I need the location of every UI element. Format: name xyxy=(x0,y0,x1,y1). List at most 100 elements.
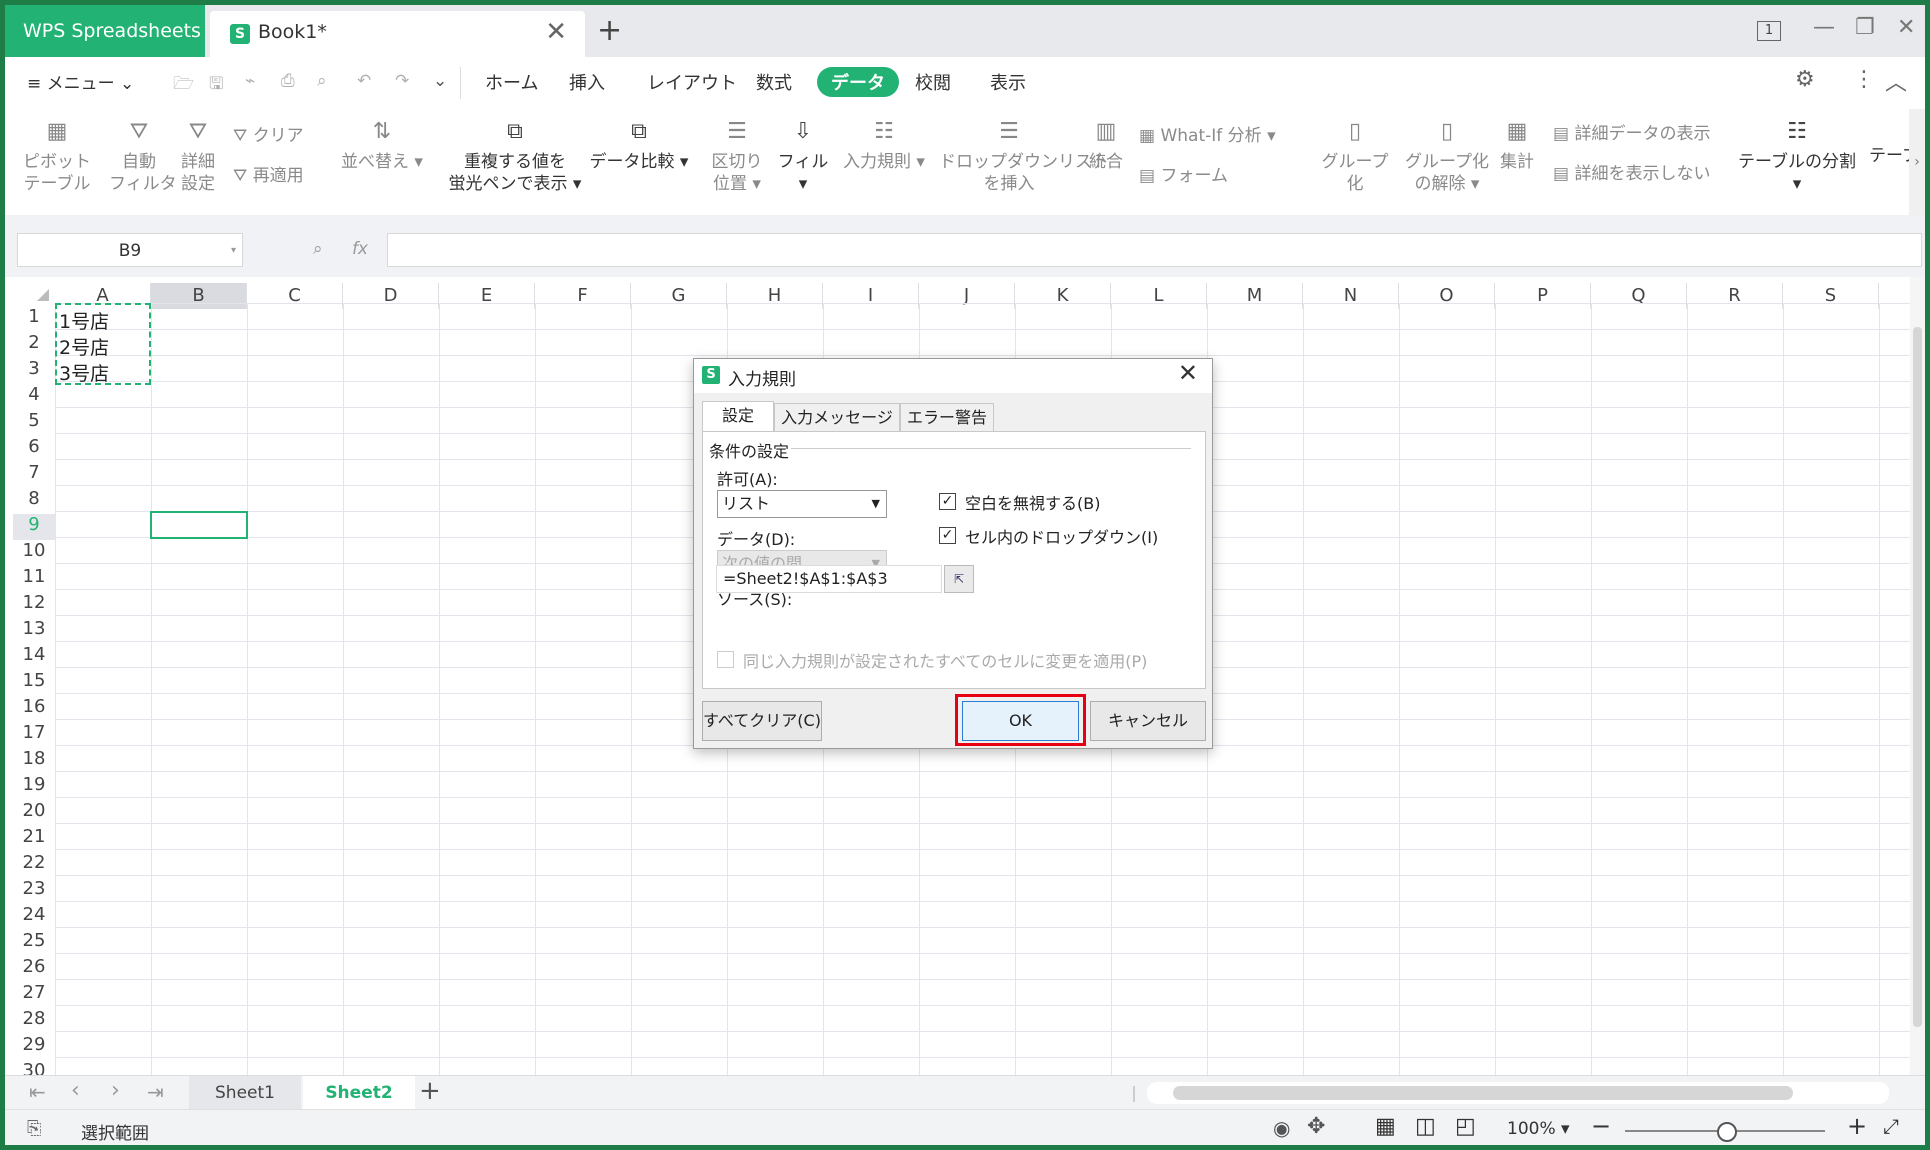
app-name-tab[interactable]: WPS Spreadsheets xyxy=(5,5,205,57)
vertical-scrollbar[interactable] xyxy=(1910,277,1925,1075)
more-options-icon[interactable]: ⋮ xyxy=(1853,67,1875,92)
cell-a3[interactable]: 3号店 xyxy=(59,359,109,386)
active-cell-b9[interactable] xyxy=(150,511,248,539)
ungroup-button[interactable]: ▯ グループ化 の解除 ▾ xyxy=(1405,119,1489,195)
row-header-8[interactable]: 8 xyxy=(13,488,55,514)
add-sheet-button[interactable]: + xyxy=(419,1076,441,1106)
row-header-1[interactable]: 1 xyxy=(13,306,55,332)
hscroll-splitter[interactable] xyxy=(1133,1086,1135,1102)
cell-a1[interactable]: 1号店 xyxy=(59,307,109,334)
horizontal-scrollbar[interactable] xyxy=(1147,1082,1889,1104)
tab-home[interactable]: ホーム xyxy=(485,69,538,95)
dialog-title-bar[interactable]: S 入力規則 ✕ xyxy=(694,359,1212,393)
advanced-filter-button[interactable]: ⛛ 詳細 設定 xyxy=(175,119,221,195)
zoom-formula-icon[interactable]: ⌕ xyxy=(313,239,323,259)
row-header-25[interactable]: 25 xyxy=(13,930,55,956)
row-header-5[interactable]: 5 xyxy=(13,410,55,436)
row-header-12[interactable]: 12 xyxy=(13,592,55,618)
row-header-17[interactable]: 17 xyxy=(13,722,55,748)
restore-icon[interactable]: ❐ xyxy=(1855,15,1875,40)
row-header-24[interactable]: 24 xyxy=(13,904,55,930)
column-header-p[interactable]: P xyxy=(1495,283,1591,309)
open-icon[interactable]: 🗁 xyxy=(173,71,194,100)
zoom-level[interactable]: 100% ▾ xyxy=(1507,1119,1570,1139)
column-header-g[interactable]: G xyxy=(631,283,727,309)
print-preview-icon[interactable]: ⌕ xyxy=(317,71,327,91)
column-header-s[interactable]: S xyxy=(1783,283,1879,309)
column-header-b[interactable]: B xyxy=(151,283,247,309)
row-header-9[interactable]: 9 xyxy=(13,514,55,540)
sheet-tab-sheet1[interactable]: Sheet1 xyxy=(189,1076,301,1110)
group-button[interactable]: ▯ グループ化 xyxy=(1315,119,1395,195)
tab-settings[interactable]: 設定 xyxy=(702,401,774,431)
row-header-27[interactable]: 27 xyxy=(13,982,55,1008)
next-sheet-icon[interactable]: › xyxy=(111,1078,120,1103)
ignore-blank-checkbox[interactable]: ✓ xyxy=(939,493,956,510)
row-header-19[interactable]: 19 xyxy=(13,774,55,800)
row-header-10[interactable]: 10 xyxy=(13,540,55,566)
zoom-slider-handle[interactable] xyxy=(1717,1122,1737,1142)
text-to-columns-button[interactable]: ☰ 区切り 位置 ▾ xyxy=(709,119,765,195)
column-header-e[interactable]: E xyxy=(439,283,535,309)
close-tab-icon[interactable]: ✕ xyxy=(545,17,567,47)
sheet-tab-sheet2[interactable]: Sheet2 xyxy=(303,1076,415,1110)
row-header-22[interactable]: 22 xyxy=(13,852,55,878)
cancel-button[interactable]: キャンセル xyxy=(1090,701,1206,741)
tab-layout[interactable]: レイアウト xyxy=(647,69,737,95)
reapply-filter-button[interactable]: ⛛ 再適用 xyxy=(233,161,304,186)
data-compare-button[interactable]: ⧉ データ比較 ▾ xyxy=(589,119,689,173)
document-tab[interactable]: S Book1* ✕ xyxy=(210,11,585,57)
range-select-icon[interactable]: ⇱ xyxy=(944,565,974,593)
new-tab-button[interactable]: + xyxy=(597,13,622,48)
clear-filter-button[interactable]: ⛛ クリア xyxy=(233,121,304,146)
customize-quick-access-icon[interactable]: ⌄ xyxy=(433,71,447,91)
source-input[interactable]: =Sheet2!$A$1:$A$3 xyxy=(716,565,942,593)
close-window-icon[interactable]: ✕ xyxy=(1897,15,1915,40)
column-header-i[interactable]: I xyxy=(823,283,919,309)
select-all-corner[interactable] xyxy=(37,289,49,301)
last-sheet-icon[interactable]: ⇥ xyxy=(147,1080,164,1104)
main-menu-button[interactable]: ≡ メニュー ⌄ xyxy=(27,69,134,94)
row-header-4[interactable]: 4 xyxy=(13,384,55,410)
in-cell-dropdown-checkbox[interactable]: ✓ xyxy=(939,527,956,544)
tab-formulas[interactable]: 数式 xyxy=(756,69,792,95)
column-header-f[interactable]: F xyxy=(535,283,631,309)
hide-detail-button[interactable]: ▤ 詳細を表示しない xyxy=(1553,159,1710,184)
row-header-13[interactable]: 13 xyxy=(13,618,55,644)
prev-sheet-icon[interactable]: ‹ xyxy=(71,1078,80,1103)
macro-record-icon[interactable]: ⎘ xyxy=(27,1118,41,1139)
what-if-analysis-button[interactable]: ▦ What-If 分析 ▾ xyxy=(1139,121,1276,146)
row-header-6[interactable]: 6 xyxy=(13,436,55,462)
row-header-29[interactable]: 29 xyxy=(13,1034,55,1060)
row-header-15[interactable]: 15 xyxy=(13,670,55,696)
highlight-duplicates-button[interactable]: ⧉ 重複する値を 蛍光ペンで表示 ▾ xyxy=(445,119,585,195)
data-validation-button[interactable]: ☷ 入力規則 ▾ xyxy=(839,119,929,173)
print-icon[interactable]: ⎙ xyxy=(281,71,295,91)
page-layout-view-icon[interactable]: ◫ xyxy=(1415,1114,1436,1139)
eye-protection-icon[interactable]: ◉ xyxy=(1273,1116,1290,1140)
subtotal-button[interactable]: ▦ 集計 xyxy=(1495,119,1539,173)
minimize-icon[interactable]: — xyxy=(1813,15,1835,40)
scrollbar-thumb[interactable] xyxy=(1913,327,1922,1027)
column-header-j[interactable]: J xyxy=(919,283,1015,309)
row-header-26[interactable]: 26 xyxy=(13,956,55,982)
page-break-view-icon[interactable]: ◰ xyxy=(1455,1114,1476,1139)
row-header-20[interactable]: 20 xyxy=(13,800,55,826)
row-header-28[interactable]: 28 xyxy=(13,1008,55,1034)
row-header-11[interactable]: 11 xyxy=(13,566,55,592)
name-box[interactable]: B9 ▾ xyxy=(17,233,243,267)
column-header-m[interactable]: M xyxy=(1207,283,1303,309)
window-list-icon[interactable]: 1 xyxy=(1757,15,1781,41)
normal-view-icon[interactable]: ▦ xyxy=(1375,1114,1396,1139)
tab-data[interactable]: データ xyxy=(817,67,899,97)
pivot-table-button[interactable]: ▦ ピボット テーブル xyxy=(23,119,91,195)
split-table-button[interactable]: ☷ テーブルの分割 ▾ xyxy=(1735,119,1859,195)
column-header-l[interactable]: L xyxy=(1111,283,1207,309)
row-header-3[interactable]: 3 xyxy=(13,358,55,384)
redo-icon[interactable]: ↷ xyxy=(395,71,409,91)
insert-function-icon[interactable]: fx xyxy=(352,239,368,259)
show-detail-button[interactable]: ▤ 詳細データの表示 xyxy=(1553,119,1710,144)
allow-select[interactable]: リスト ▼ xyxy=(717,490,887,518)
hscrollbar-thumb[interactable] xyxy=(1173,1086,1793,1100)
fullscreen-icon[interactable]: ⤢ xyxy=(1883,1114,1899,1138)
